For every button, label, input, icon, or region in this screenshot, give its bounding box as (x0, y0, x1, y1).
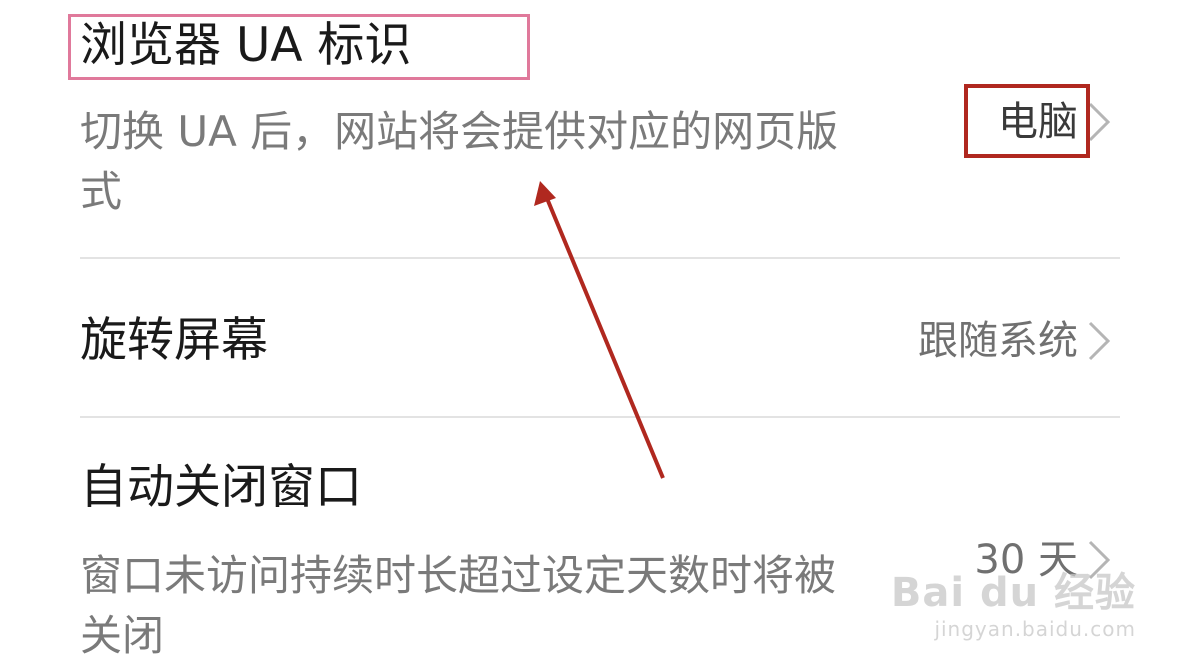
title-highlight-box (68, 14, 530, 80)
watermark-url: jingyan.baidu.com (934, 617, 1136, 641)
watermark-brand: Bai du 经验 (890, 570, 1136, 616)
chevron-right-icon (1088, 321, 1111, 361)
setting-title: 旋转屏幕 (80, 313, 268, 368)
setting-description: 窗口未访问持续时长超过设定天数时将被关闭 (80, 551, 837, 660)
setting-value: 跟随系统 (918, 318, 1078, 364)
setting-description: 切换 UA 后，网站将会提供对应的网页版式 (80, 107, 839, 216)
value-highlight-box (964, 84, 1090, 158)
watermark: Bai du 经验 jingyan.baidu.com (891, 570, 1136, 642)
setting-rotate-screen[interactable]: 旋转屏幕 跟随系统 (80, 259, 1120, 416)
setting-title: 自动关闭窗口 (80, 460, 362, 515)
